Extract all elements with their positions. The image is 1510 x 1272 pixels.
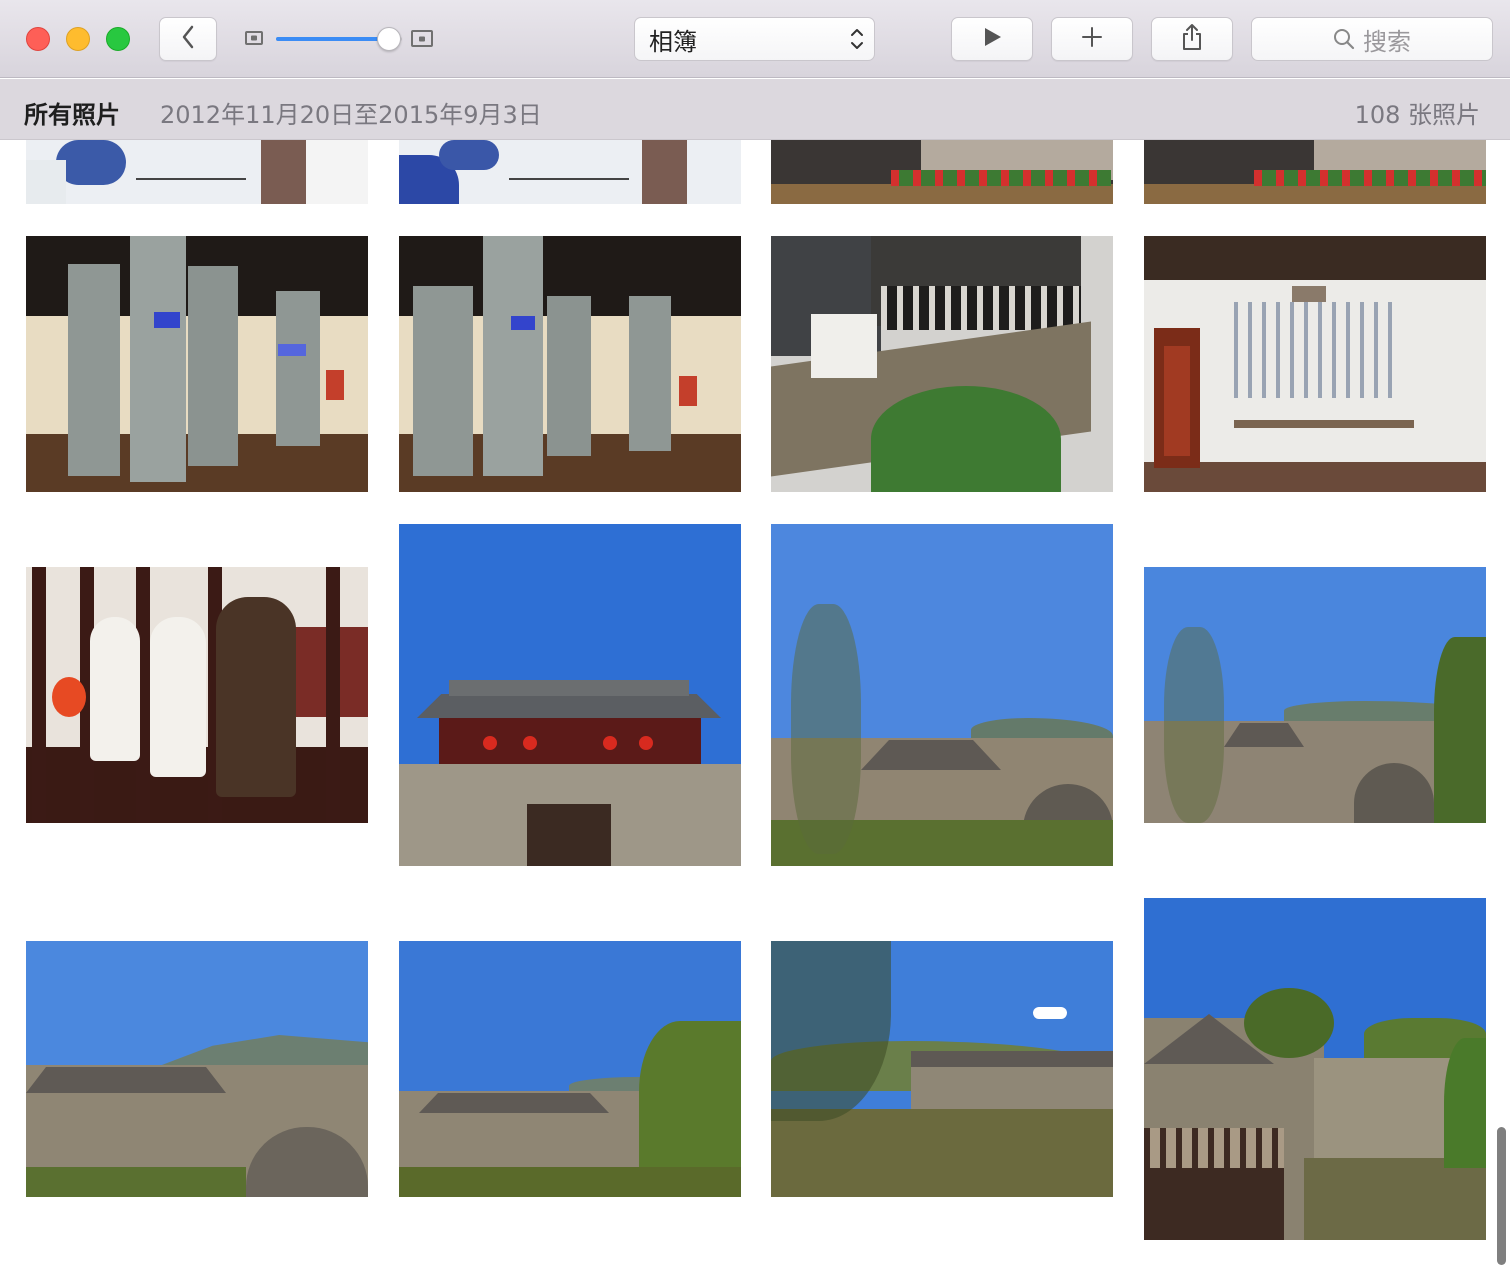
photo-thumbnail[interactable] xyxy=(771,941,1113,1197)
search-icon xyxy=(1333,28,1355,50)
photo-thumbnail[interactable] xyxy=(771,236,1113,492)
photo-thumbnail[interactable] xyxy=(1144,567,1486,823)
scrollbar-thumb[interactable] xyxy=(1497,1127,1506,1265)
photo-thumbnail[interactable] xyxy=(771,524,1113,866)
photo-thumbnail[interactable] xyxy=(26,941,368,1197)
add-button[interactable] xyxy=(1051,17,1133,61)
slideshow-play-button[interactable] xyxy=(951,17,1033,61)
toolbar: 相簿 搜索 xyxy=(0,0,1510,78)
zoom-slider-knob[interactable] xyxy=(377,27,401,51)
photo-thumbnail[interactable] xyxy=(1144,898,1486,1240)
share-button[interactable] xyxy=(1151,17,1233,61)
chevron-left-icon xyxy=(181,25,195,53)
photo-thumbnail[interactable] xyxy=(771,140,1113,204)
chevron-updown-icon xyxy=(850,26,864,52)
photo-thumbnail[interactable] xyxy=(399,140,741,204)
zoom-window-button[interactable] xyxy=(106,27,130,51)
play-icon xyxy=(981,26,1003,52)
moments-header: 所有照片 2012年11月20日至2015年9月3日 108 张照片 xyxy=(0,79,1510,140)
photo-thumbnail[interactable] xyxy=(26,140,368,204)
back-button[interactable] xyxy=(159,17,217,61)
search-field[interactable]: 搜索 xyxy=(1251,17,1493,61)
photo-thumbnail[interactable] xyxy=(1144,236,1486,492)
vertical-scrollbar[interactable] xyxy=(1494,140,1510,1272)
minimize-window-button[interactable] xyxy=(66,27,90,51)
section-title: 所有照片 xyxy=(24,101,120,129)
album-select-value: 相簿 xyxy=(649,27,697,56)
zoom-slider-fill xyxy=(276,37,389,41)
search-placeholder: 搜索 xyxy=(1363,27,1411,56)
photo-thumbnail[interactable] xyxy=(399,941,741,1197)
photo-small-icon[interactable] xyxy=(245,31,263,45)
date-range: 2012年11月20日至2015年9月3日 xyxy=(160,101,542,129)
photo-thumbnail[interactable] xyxy=(399,524,741,866)
photo-thumbnail[interactable] xyxy=(26,567,368,823)
photo-grid xyxy=(0,140,1510,1272)
photo-thumbnail[interactable] xyxy=(399,236,741,492)
photo-large-icon[interactable] xyxy=(411,30,433,47)
plus-icon xyxy=(1081,26,1103,52)
photo-thumbnail[interactable] xyxy=(26,236,368,492)
photo-thumbnail[interactable] xyxy=(1144,140,1486,204)
photo-count: 108 张照片 xyxy=(1354,101,1480,129)
share-icon xyxy=(1181,23,1203,55)
album-select[interactable]: 相簿 xyxy=(634,17,875,61)
close-window-button[interactable] xyxy=(26,27,50,51)
